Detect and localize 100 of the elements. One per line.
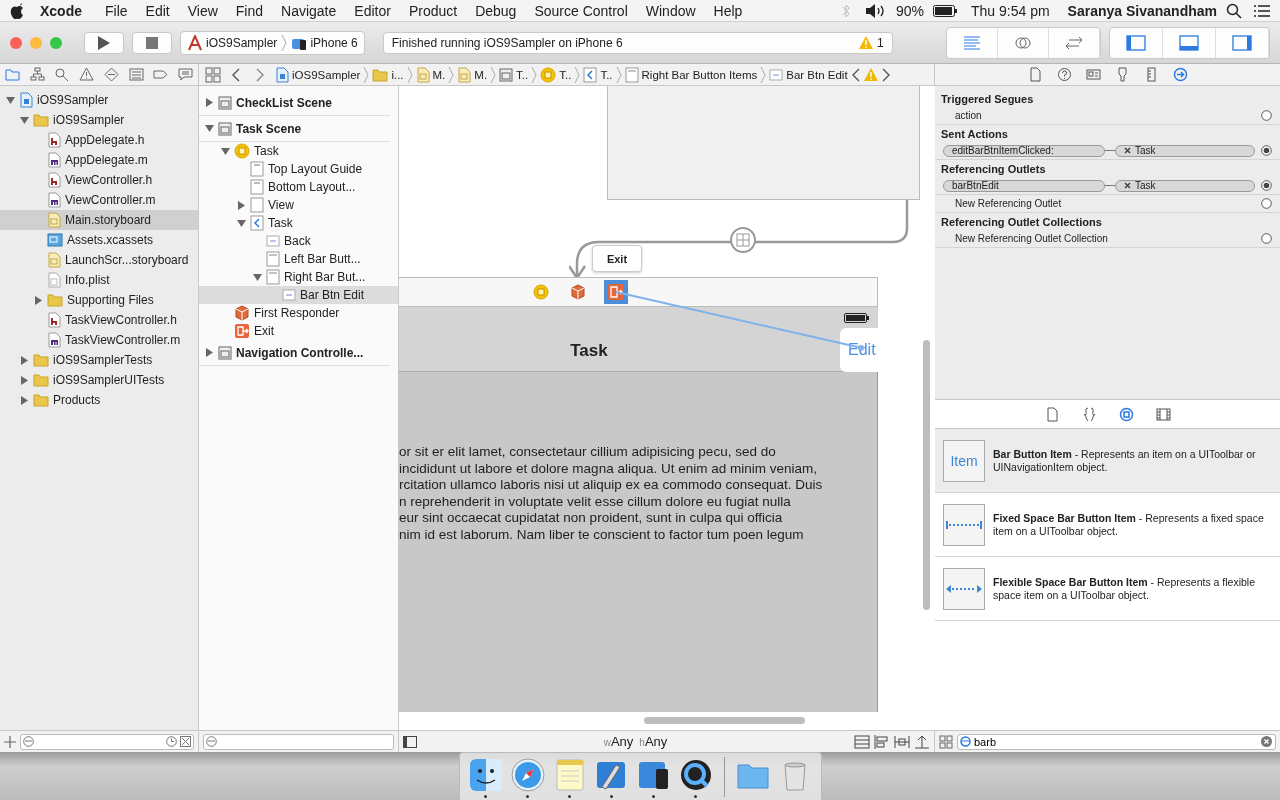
connection-circle-icon[interactable] <box>1261 180 1272 191</box>
file-icon[interactable] <box>1027 67 1043 82</box>
menu-item[interactable]: Help <box>704 2 752 19</box>
disclosure-triangle-icon[interactable] <box>20 115 29 125</box>
disclosure-triangle-icon[interactable] <box>205 124 214 133</box>
disclosure-triangle-icon[interactable] <box>237 200 246 210</box>
outline-toggle-icon[interactable] <box>403 735 417 748</box>
grid-icon[interactable] <box>939 734 953 749</box>
menu-item[interactable]: Editor <box>345 2 400 19</box>
breadcrumb-item[interactable]: Bar Btn Edit <box>769 67 848 82</box>
breadcrumb-item[interactable]: M. <box>457 66 488 83</box>
close-button[interactable] <box>10 36 22 49</box>
menu-app-name[interactable]: Xcode <box>24 2 96 19</box>
disclosure-triangle-icon[interactable] <box>221 146 230 156</box>
project-navigator-row[interactable]: iOS9Sampler <box>0 90 198 110</box>
library-search-field[interactable]: barb <box>957 733 1276 750</box>
menu-list-icon[interactable] <box>1254 3 1270 18</box>
vertical-scrollbar[interactable] <box>923 340 930 610</box>
warning-count[interactable]: 1 <box>877 35 884 50</box>
connection-target[interactable]: Task <box>1115 179 1255 192</box>
speech-bubble-icon[interactable] <box>178 67 194 82</box>
outline-row[interactable]: Exit <box>199 322 398 340</box>
grid-icon[interactable] <box>205 66 221 83</box>
disclosure-triangle-icon[interactable] <box>20 355 29 365</box>
device-selector[interactable]: iPhone 6 <box>291 35 358 50</box>
menu-item[interactable]: File <box>96 2 137 19</box>
menu-item[interactable]: Navigate <box>272 2 346 19</box>
size-class-selector[interactable]: wAny hAny <box>421 734 850 749</box>
id-card-icon[interactable] <box>1085 67 1101 82</box>
segue-icon[interactable] <box>729 226 757 254</box>
disclosure-triangle-icon[interactable] <box>253 272 262 282</box>
outline-row[interactable]: Task <box>199 214 398 232</box>
project-navigator-row[interactable]: iOS9Sampler <box>0 110 198 130</box>
project-navigator-row[interactable]: Products <box>0 390 198 410</box>
breadcrumb-item[interactable]: T.. <box>499 67 529 82</box>
outline-row[interactable]: Bar Btn Edit <box>199 286 398 304</box>
breadcrumb-item[interactable]: iOS9Sampler <box>275 66 361 83</box>
exit-icon[interactable] <box>604 280 628 304</box>
breadcrumb-item[interactable]: i... <box>372 67 404 82</box>
stack-icon[interactable] <box>854 734 870 749</box>
outline-row[interactable]: Task <box>199 142 398 160</box>
menu-item[interactable]: Window <box>636 2 705 19</box>
menu-item[interactable]: View <box>178 2 227 19</box>
align-icon[interactable] <box>874 734 890 749</box>
outline-row[interactable]: Task Scene <box>199 116 390 142</box>
filter-field[interactable] <box>20 733 194 750</box>
project-navigator-row[interactable]: TaskViewController.h <box>0 310 198 330</box>
disclosure-triangle-icon[interactable] <box>205 348 214 357</box>
outline-row[interactable]: Bottom Layout... <box>199 178 398 196</box>
breadcrumb-item[interactable]: Right Bar Button Items <box>624 66 758 83</box>
project-navigator-row[interactable]: Info.plist <box>0 270 198 290</box>
outline-row[interactable]: View <box>199 196 398 214</box>
connection-target[interactable]: Task <box>1115 144 1255 157</box>
add-icon[interactable] <box>4 735 16 748</box>
disclosure-triangle-icon[interactable] <box>205 98 214 107</box>
tag-icon[interactable] <box>153 67 169 82</box>
project-navigator-row[interactable]: LaunchScr...storyboard <box>0 250 198 270</box>
clock-icon[interactable] <box>166 736 177 747</box>
filter-field[interactable] <box>203 733 394 750</box>
breadcrumb-item[interactable]: M. <box>415 66 446 83</box>
search-icon[interactable] <box>1226 2 1242 19</box>
run-button[interactable] <box>84 31 124 54</box>
menu-clock[interactable]: Thu 9:54 pm <box>957 2 1059 19</box>
disclosure-triangle-icon[interactable] <box>6 95 15 105</box>
speaker-icon[interactable] <box>864 2 887 19</box>
project-navigator-row[interactable]: Assets.xcassets <box>0 230 198 250</box>
project-navigator-row[interactable]: TaskViewController.m <box>0 330 198 350</box>
scm-filter-icon[interactable] <box>180 736 191 747</box>
library-item[interactable]: Flexible Space Bar Button Item - Represents a flexible space item on a UIToolbar object. <box>935 557 1280 621</box>
menu-item[interactable]: Edit <box>136 2 179 19</box>
help-icon[interactable] <box>1056 67 1072 82</box>
finder-icon[interactable] <box>467 757 504 793</box>
disclosure-triangle-icon[interactable] <box>237 218 246 228</box>
outline-row[interactable]: Right Bar But... <box>199 268 398 286</box>
outline-row[interactable]: Left Bar Butt... <box>199 250 398 268</box>
file-icon[interactable] <box>1044 406 1060 422</box>
project-navigator-row[interactable]: Supporting Files <box>0 290 198 310</box>
library-item[interactable]: Item Bar Button Item - Represents an item on a UIToolbar or UINavigationItem object. <box>935 429 1280 493</box>
project-navigator-row[interactable]: Main.storyboard <box>0 210 198 230</box>
close-icon[interactable] <box>1124 182 1131 189</box>
connection-source[interactable]: barBtnEdit <box>943 179 1105 192</box>
warning-icon[interactable] <box>79 67 95 82</box>
pin-constraints-icon[interactable] <box>894 734 910 749</box>
connection-circle-icon[interactable] <box>1261 145 1272 156</box>
project-navigator-row[interactable]: iOS9SamplerTests <box>0 350 198 370</box>
battery-icon[interactable] <box>933 4 957 17</box>
breadcrumb-item[interactable]: T.. <box>583 66 613 83</box>
cube-icon[interactable] <box>570 284 586 300</box>
outline-row[interactable]: Top Layout Guide <box>199 160 398 178</box>
menu-item[interactable]: Debug <box>466 2 526 19</box>
circle-object-icon[interactable] <box>1118 406 1134 422</box>
disclosure-triangle-icon[interactable] <box>20 375 29 385</box>
project-navigator-row[interactable]: ViewController.h <box>0 170 198 190</box>
menu-item[interactable]: Product <box>399 2 467 19</box>
disclosure-triangle-icon[interactable] <box>34 295 43 305</box>
compass-icon[interactable] <box>509 757 546 793</box>
connection-source[interactable]: editBarBtnItemClicked: <box>943 144 1105 157</box>
project-navigator-row[interactable]: AppDelegate.m <box>0 150 198 170</box>
breadcrumb-item[interactable]: T.. <box>540 66 572 83</box>
outline-row[interactable]: Navigation Controlle... <box>199 340 390 366</box>
